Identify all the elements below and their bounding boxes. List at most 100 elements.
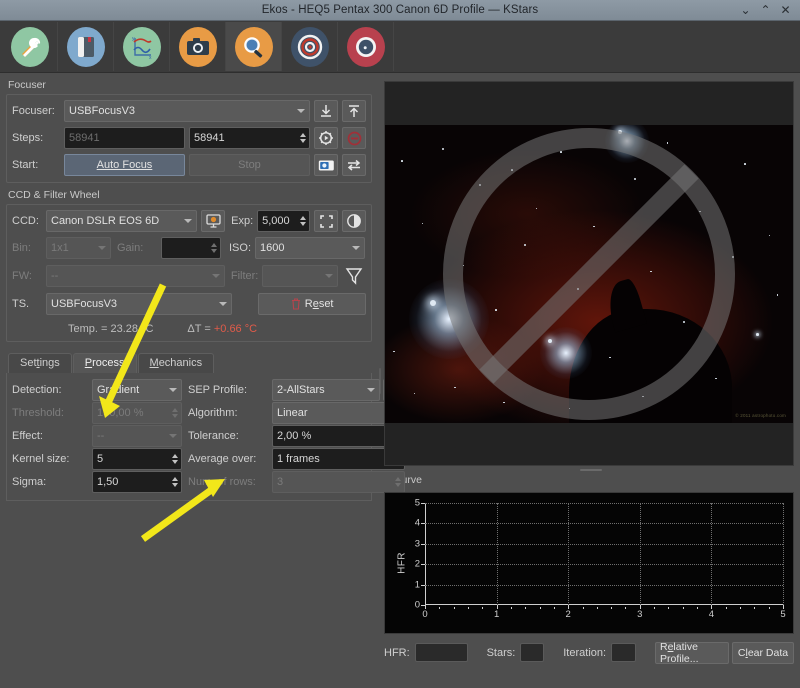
- detection-row: Detection: Gradient SEP Profile: 2-AllSt…: [12, 379, 403, 401]
- clear-data-button[interactable]: Clear Data: [731, 641, 794, 664]
- delta-t-value: +0.66 °C: [213, 323, 258, 335]
- kernel-spinner[interactable]: [169, 450, 180, 468]
- goto-position-button[interactable]: [314, 127, 338, 149]
- sep-profile-combo[interactable]: 2-AllStars: [272, 379, 380, 401]
- target-icon: [290, 26, 329, 67]
- auto-focus-button[interactable]: Auto Focus: [64, 154, 185, 176]
- vcurve-plot-area: 5 4 3 2 1 0 0 1 2 3 4 5: [415, 498, 786, 621]
- threshold-value: 150,00 %: [97, 407, 144, 419]
- fw-label: FW:: [12, 270, 32, 282]
- steps-input[interactable]: 58941: [189, 127, 310, 149]
- reset-button[interactable]: Reset: [258, 293, 366, 315]
- gear-play-icon: [319, 131, 333, 145]
- iteration-label: Iteration:: [563, 646, 607, 659]
- y-tick-0: 0: [414, 599, 420, 611]
- abort-focus-button[interactable]: [342, 127, 366, 149]
- chevron-down-icon: [169, 388, 177, 392]
- ccd-combo[interactable]: Canon DSLR EOS 6D: [46, 210, 198, 232]
- toggle-fullfield-button[interactable]: [342, 210, 366, 232]
- guide-module-button[interactable]: [338, 22, 394, 71]
- capture-module-button[interactable]: [170, 22, 226, 71]
- kernel-row: Kernel size: 5 Average over: 1 frames: [12, 448, 405, 470]
- stars-value: [520, 643, 545, 662]
- exposure-spinner[interactable]: [297, 212, 308, 230]
- analyze-module-button[interactable]: y x: [114, 22, 170, 71]
- x-tick-0: 0: [422, 609, 428, 620]
- focus-out-button[interactable]: [342, 100, 366, 122]
- threshold-input[interactable]: 150,00 %: [92, 402, 182, 424]
- setup-module-button[interactable]: [2, 22, 58, 71]
- temp-text: Temp. = 23.28 °C: [68, 323, 154, 335]
- capture-frame-button[interactable]: [314, 154, 338, 176]
- fw-combo[interactable]: --: [46, 265, 225, 287]
- bin-combo[interactable]: 1x1: [46, 237, 111, 259]
- gain-label: Gain:: [117, 242, 144, 254]
- gain-spinner[interactable]: [208, 239, 219, 257]
- fits-preview[interactable]: © 2011 astrophoto.com: [384, 81, 794, 466]
- tolerance-label: Tolerance:: [188, 430, 239, 442]
- steps-spinner[interactable]: [297, 129, 308, 147]
- main-area: Focuser Focuser: USBFocusV3 Steps: 58941…: [0, 73, 800, 688]
- sigma-label: Sigma:: [12, 476, 47, 488]
- chevron-down-icon: [325, 274, 333, 278]
- filter-combo[interactable]: [262, 265, 338, 287]
- toggle-fullfield-icon: [347, 214, 361, 228]
- rows-input[interactable]: 3: [272, 471, 405, 493]
- filter-settings-button[interactable]: [342, 265, 366, 287]
- bin-value: 1x1: [51, 242, 69, 254]
- chevron-down-icon: [352, 246, 361, 250]
- x-tick-4: 4: [708, 609, 715, 620]
- iso-label: ISO:: [229, 242, 252, 254]
- ccd-settings-button[interactable]: [201, 210, 226, 232]
- stop-focus-button[interactable]: Stop: [189, 154, 310, 176]
- relative-profile-label: Relative Profile...: [659, 640, 699, 665]
- chevron-down-icon: [184, 219, 193, 223]
- delta-t-readout: ΔT = +0.66 °C: [187, 323, 257, 335]
- minimize-button[interactable]: ⌄: [740, 4, 751, 16]
- scheduler-module-button[interactable]: [58, 22, 114, 71]
- ccd-row: CCD: Canon DSLR EOS 6D Exp: 5,000: [12, 210, 366, 232]
- detection-combo[interactable]: Gradient: [92, 379, 182, 401]
- sigma-spinner[interactable]: [169, 473, 180, 491]
- guide-compass-icon: [346, 26, 385, 67]
- effect-combo[interactable]: --: [92, 425, 182, 447]
- ts-combo[interactable]: USBFocusV3: [46, 293, 233, 315]
- align-module-button[interactable]: [282, 22, 338, 71]
- tab-settings[interactable]: Settings: [8, 353, 72, 373]
- vcurve-plot[interactable]: HFR 5 4 3 2 1 0 0 1 2 3 4 5: [384, 492, 794, 634]
- x-tick-3: 3: [637, 609, 643, 620]
- focus-in-button[interactable]: [314, 100, 338, 122]
- arrow-up-icon: [349, 105, 359, 117]
- notebook-icon: [66, 26, 105, 67]
- tab-mechanics[interactable]: Mechanics: [137, 353, 215, 373]
- focuser-device-combo[interactable]: USBFocusV3: [64, 100, 310, 122]
- iso-combo[interactable]: 1600: [255, 237, 366, 259]
- rows-label: Num. of rows:: [188, 476, 256, 488]
- vcurve-title: V-Curve: [384, 474, 794, 489]
- focus-module-button[interactable]: [226, 22, 282, 71]
- select-frame-button[interactable]: [314, 210, 338, 232]
- exposure-input[interactable]: 5,000: [257, 210, 310, 232]
- loop-frame-button[interactable]: [342, 154, 366, 176]
- exp-label: Exp:: [231, 215, 254, 227]
- gain-input[interactable]: [161, 237, 221, 259]
- magnifier-icon: [234, 26, 273, 67]
- detection-value: Gradient: [97, 384, 140, 396]
- tab-process[interactable]: Process: [72, 353, 137, 373]
- close-button[interactable]: ✕: [780, 4, 791, 16]
- auto-focus-label: Auto Focus: [96, 159, 153, 171]
- focuser-group-label: Focuser: [8, 79, 46, 91]
- focuser-device-row: Focuser: USBFocusV3: [12, 100, 366, 122]
- threshold-spinner[interactable]: [169, 404, 180, 422]
- maximize-button[interactable]: ⌃: [760, 4, 771, 16]
- horizontal-splitter[interactable]: [382, 466, 800, 474]
- kernel-input[interactable]: 5: [92, 448, 182, 470]
- steps-readout-value: 58941: [69, 132, 100, 144]
- tab-process-label: Process: [84, 357, 125, 369]
- camera-capture-icon: [318, 160, 334, 170]
- rows-spinner[interactable]: [392, 473, 403, 491]
- relative-profile-button[interactable]: Relative Profile...: [654, 640, 729, 665]
- process-tab-panel: Detection: Gradient SEP Profile: 2-AllSt…: [6, 373, 405, 501]
- ccd-filter-group: CCD & Filter Wheel CCD: Canon DSLR EOS 6…: [6, 189, 372, 342]
- sigma-input[interactable]: 1,50: [92, 471, 182, 493]
